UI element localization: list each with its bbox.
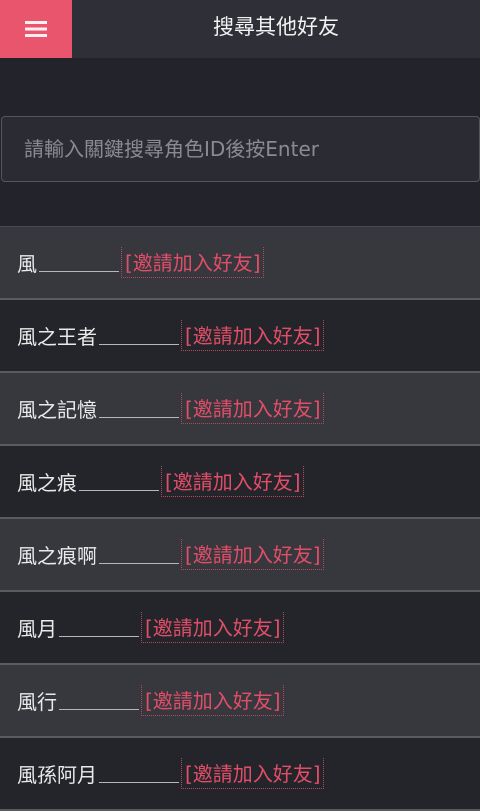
invite-friend-link[interactable]: [邀請加入好友] (121, 247, 264, 278)
invite-friend-link[interactable]: [邀請加入好友] (181, 539, 324, 570)
friend-name: 風 (17, 252, 37, 276)
friend-name: 風行 (17, 690, 57, 714)
invite-friend-link[interactable]: [邀請加入好友] (181, 758, 324, 789)
list-item: 風行 [邀請加入好友] (0, 665, 480, 738)
menu-button[interactable] (0, 0, 72, 58)
name-underline (99, 563, 179, 564)
list-item: 風 [邀請加入好友] (0, 227, 480, 300)
search-input[interactable] (1, 116, 480, 182)
list-item: 風月 [邀請加入好友] (0, 592, 480, 665)
invite-friend-link[interactable]: [邀請加入好友] (181, 393, 324, 424)
list-item: 風之痕 [邀請加入好友] (0, 446, 480, 519)
friend-name: 風之痕啊 (17, 544, 97, 568)
name-underline (39, 271, 119, 272)
hamburger-menu-icon (25, 21, 47, 37)
name-underline (99, 344, 179, 345)
search-bar (0, 116, 480, 182)
invite-friend-link[interactable]: [邀請加入好友] (161, 466, 304, 497)
search-results-list: 風 [邀請加入好友] 風之王者 [邀請加入好友] 風之記憶 [邀請加入好友] 風… (0, 226, 480, 811)
friend-name: 風月 (17, 617, 57, 641)
name-underline (59, 709, 139, 710)
invite-friend-link[interactable]: [邀請加入好友] (181, 320, 324, 351)
list-item: 風孫阿月 [邀請加入好友] (0, 738, 480, 811)
list-item: 風之痕啊 [邀請加入好友] (0, 519, 480, 592)
name-underline (99, 417, 179, 418)
list-item: 風之記憶 [邀請加入好友] (0, 373, 480, 446)
friend-name: 風之王者 (17, 325, 97, 349)
invite-friend-link[interactable]: [邀請加入好友] (141, 612, 284, 643)
name-underline (59, 636, 139, 637)
friend-name: 風之記憶 (17, 398, 97, 422)
friend-name: 風孫阿月 (17, 763, 97, 787)
name-underline (99, 782, 179, 783)
page-title: 搜尋其他好友 (213, 15, 339, 39)
friend-name: 風之痕 (17, 471, 77, 495)
list-item: 風之王者 [邀請加入好友] (0, 300, 480, 373)
invite-friend-link[interactable]: [邀請加入好友] (141, 685, 284, 716)
app-header: 搜尋其他好友 (0, 0, 480, 58)
name-underline (79, 490, 159, 491)
